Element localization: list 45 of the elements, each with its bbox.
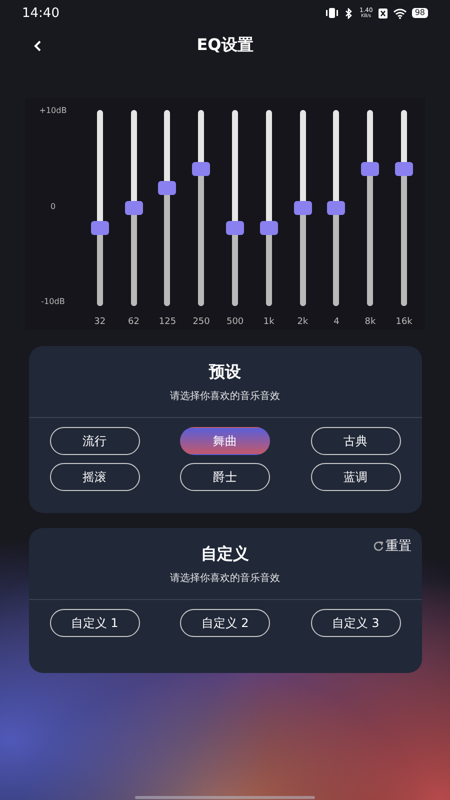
custom-preset-button[interactable]: 自定义 2 — [180, 609, 270, 637]
slider-thumb[interactable] — [226, 220, 244, 235]
scale-label: -10dB — [41, 297, 65, 306]
reset-button[interactable]: 重置 — [372, 537, 412, 555]
preset-button[interactable]: 古典 — [310, 427, 400, 455]
frequency-label: 250 — [192, 317, 210, 327]
slider-thumb[interactable] — [260, 220, 278, 235]
status-time: 14:40 — [22, 6, 60, 20]
page-title: EQ设置 — [196, 34, 254, 56]
card-title: 自定义 — [201, 544, 249, 565]
frequency-label: 16k — [396, 317, 412, 327]
slider-thumb[interactable] — [158, 181, 176, 196]
bluetooth-icon — [344, 8, 354, 18]
frequency-label: 32 — [94, 317, 106, 327]
scale-label: +10dB — [39, 106, 67, 115]
custom-preset-button[interactable]: 自定义 3 — [310, 609, 400, 637]
frequency-label: 62 — [128, 317, 140, 327]
preset-button[interactable]: 蓝调 — [310, 463, 400, 491]
card-title: 预设 — [209, 362, 241, 383]
refresh-icon — [372, 540, 384, 552]
preset-button[interactable]: 摇滚 — [50, 463, 140, 491]
frequency-label: 2k — [297, 317, 308, 327]
slider-thumb[interactable] — [327, 201, 346, 215]
slider-thumb[interactable] — [192, 162, 210, 176]
slider-thumb[interactable] — [124, 201, 143, 215]
wifi-icon — [392, 8, 407, 18]
frequency-label: 4 — [334, 317, 340, 327]
card-subtitle: 请选择你喜欢的音乐音效 — [170, 390, 280, 403]
scale-label: 0 — [50, 202, 56, 210]
frequency-label: 8k — [364, 317, 376, 327]
preset-button[interactable]: 舞曲 — [180, 427, 270, 455]
battery-level: 98 — [412, 8, 428, 18]
slider-thumb[interactable] — [395, 162, 414, 176]
vibrate-icon — [325, 8, 340, 18]
frequency-label: 1k — [263, 317, 274, 327]
custom-preset-button[interactable]: 自定义 1 — [50, 609, 140, 637]
slider-thumb[interactable] — [90, 220, 109, 235]
slider-thumb[interactable] — [294, 201, 312, 215]
preset-button[interactable]: 爵士 — [180, 463, 270, 491]
sim-icon — [378, 8, 388, 18]
preset-button[interactable]: 流行 — [50, 427, 140, 455]
card-subtitle: 请选择你喜欢的音乐音效 — [170, 572, 280, 585]
slider-thumb[interactable] — [361, 162, 380, 176]
frequency-label: 500 — [226, 317, 244, 327]
frequency-label: 125 — [158, 317, 176, 327]
